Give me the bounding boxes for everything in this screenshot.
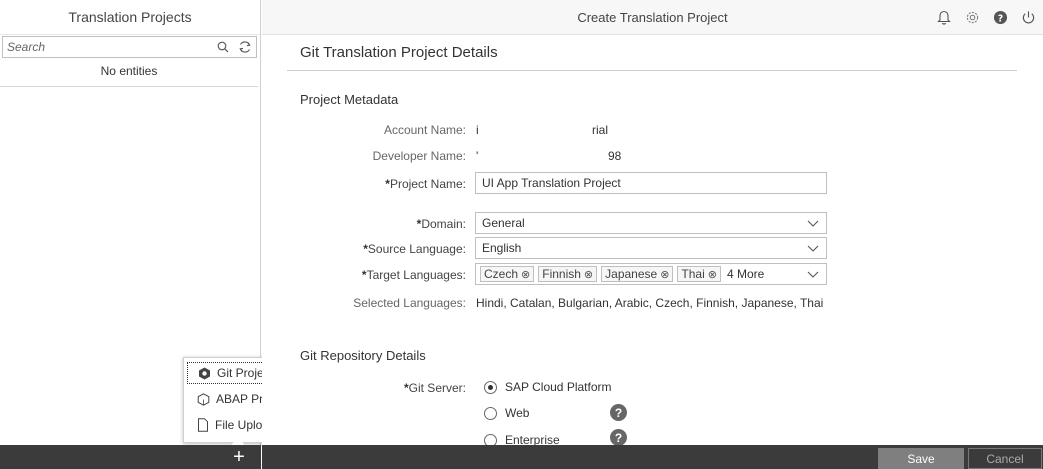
chevron-down-icon <box>807 220 819 227</box>
git-server-label: *Git Server: <box>232 381 466 395</box>
form-title: Git Translation Project Details <box>300 44 498 61</box>
chevron-down-icon <box>807 271 819 278</box>
cancel-button[interactable]: Cancel <box>968 448 1042 469</box>
selected-languages-label: Selected Languages: <box>353 296 466 310</box>
language-token[interactable]: Czech ⊗ <box>480 266 535 282</box>
account-name-value-end: rial <box>592 123 609 137</box>
radio-web[interactable]: Web <box>484 406 529 420</box>
remove-token-icon[interactable]: ⊗ <box>708 268 717 281</box>
selected-languages-value: Hindi, Catalan, Bulgarian, Arabic, Czech… <box>476 296 824 310</box>
page-header-title: Create Translation Project <box>577 9 728 25</box>
remove-token-icon[interactable]: ⊗ <box>660 268 669 281</box>
developer-name-value-start: ' <box>476 149 479 163</box>
main-panel: Create Translation Project ? Git Transla… <box>262 0 1043 447</box>
form-footer: Save Cancel <box>262 445 1043 469</box>
token-label: Finnish <box>542 267 581 281</box>
developer-name-label: Developer Name: <box>372 149 466 163</box>
help-icon[interactable]: ? <box>610 429 627 446</box>
radio-dot <box>488 384 493 390</box>
project-name-label: *Project Name: <box>232 177 466 191</box>
left-panel-title: Translation Projects <box>0 0 260 35</box>
divider <box>0 86 258 87</box>
language-token[interactable]: Thai ⊗ <box>677 266 721 282</box>
search-bar <box>2 36 257 58</box>
target-languages-multiselect[interactable]: Czech ⊗ Finnish ⊗ Japanese ⊗ Thai ⊗ 4 More <box>475 263 827 285</box>
section-git-repository: Git Repository Details <box>300 348 426 363</box>
project-name-input[interactable] <box>482 176 826 190</box>
left-footer: + <box>0 445 261 469</box>
svg-text:?: ? <box>997 13 1002 24</box>
help-icon[interactable]: ? <box>991 8 1009 26</box>
project-name-label-text: Project Name: <box>389 177 466 191</box>
more-tokens-link[interactable]: 4 More <box>727 267 764 281</box>
domain-label-text: Domain: <box>421 217 466 231</box>
radio-label: Web <box>505 406 530 420</box>
header-actions: ? <box>935 8 1037 26</box>
language-token[interactable]: Japanese ⊗ <box>601 266 674 282</box>
token-label: Thai <box>681 267 705 281</box>
remove-token-icon[interactable]: ⊗ <box>584 268 593 281</box>
remove-token-icon[interactable]: ⊗ <box>521 268 530 281</box>
git-icon <box>199 367 210 379</box>
chevron-down-icon <box>807 245 819 252</box>
source-language-select[interactable]: English <box>475 237 827 259</box>
gear-icon[interactable] <box>963 8 981 26</box>
page-header: Create Translation Project <box>262 0 1043 35</box>
bell-icon[interactable] <box>935 8 953 26</box>
target-languages-label-text: Target Languages: <box>366 268 466 282</box>
domain-select[interactable]: General <box>475 212 827 234</box>
save-button[interactable]: Save <box>878 448 964 469</box>
section-project-metadata: Project Metadata <box>300 92 399 107</box>
radio-sap-cloud-platform[interactable]: SAP Cloud Platform <box>484 380 612 394</box>
domain-label: *Domain: <box>232 217 466 231</box>
account-name-label: Account Name: <box>383 123 466 137</box>
empty-list-text: No entities <box>100 64 158 78</box>
token-label: Czech <box>484 267 519 281</box>
target-languages-label: *Target Languages: <box>232 268 466 282</box>
add-project-button[interactable]: + <box>228 445 250 469</box>
refresh-icon[interactable] <box>234 37 256 57</box>
radio-circle <box>484 406 497 420</box>
token-label: Japanese <box>605 267 658 281</box>
account-name-value-start: i <box>476 123 479 137</box>
radio-label: SAP Cloud Platform <box>505 380 612 394</box>
search-icon[interactable] <box>212 37 234 57</box>
source-language-label: *Source Language: <box>232 242 466 256</box>
developer-name-value-end: 98 <box>608 149 622 163</box>
domain-value: General <box>482 216 525 230</box>
git-server-label-text: Git Server: <box>408 381 466 395</box>
divider <box>287 70 1017 71</box>
source-language-value: English <box>482 241 522 255</box>
search-input[interactable] <box>7 40 212 54</box>
help-icon[interactable]: ? <box>610 404 627 421</box>
project-name-field[interactable] <box>475 172 827 194</box>
radio-circle <box>484 380 497 394</box>
abap-icon <box>197 392 210 406</box>
language-token[interactable]: Finnish ⊗ <box>538 266 598 282</box>
file-icon <box>198 418 208 432</box>
power-icon[interactable] <box>1019 8 1037 26</box>
source-language-label-text: Source Language: <box>367 242 466 256</box>
